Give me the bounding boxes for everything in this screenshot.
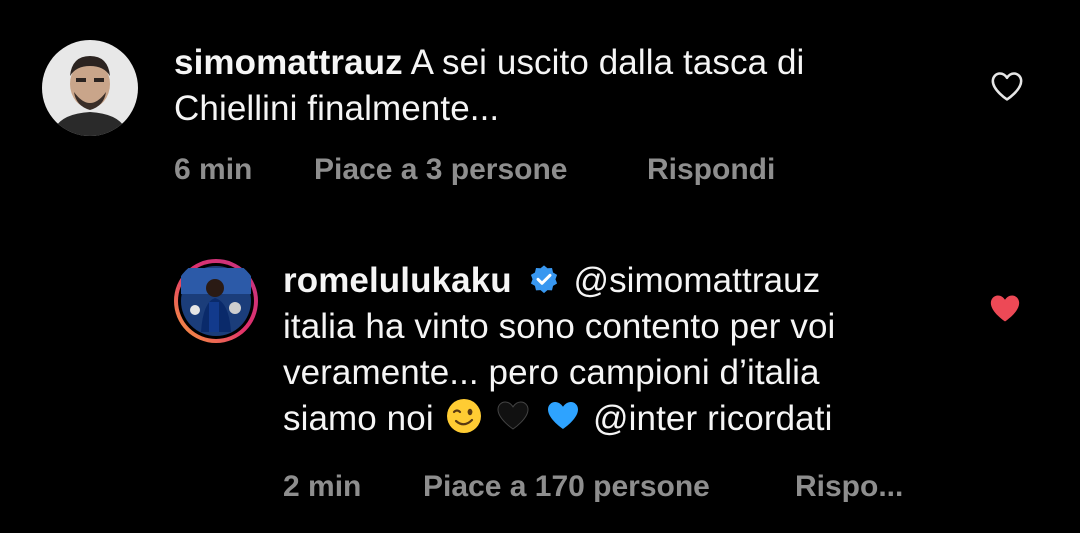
username[interactable]: simomattrauz bbox=[174, 43, 403, 82]
verified-badge-icon bbox=[530, 265, 557, 294]
reply-button[interactable]: Rispo... bbox=[795, 470, 903, 504]
winking-face-emoji-icon bbox=[446, 399, 481, 433]
comment-line-3-start: siamo noi bbox=[283, 399, 434, 438]
blue-heart-emoji-icon bbox=[548, 402, 579, 429]
comment-line-2: Chiellini finalmente... bbox=[174, 89, 500, 128]
comment-line-1: italia ha vinto sono contento per voi bbox=[283, 307, 836, 346]
comment-time: 2 min bbox=[283, 470, 362, 503]
comment-meta: 2 min Piace a 170 persone Rispo... bbox=[283, 470, 903, 504]
avatar[interactable] bbox=[173, 258, 259, 344]
comment-text: simomattrauz A sei uscito dalla tasca di… bbox=[174, 40, 974, 132]
likes-count[interactable]: Piace a 3 persone bbox=[314, 153, 647, 187]
liked-heart-icon[interactable] bbox=[988, 292, 1022, 324]
comment-time: 6 min bbox=[174, 153, 253, 186]
avatar[interactable] bbox=[42, 40, 138, 136]
comment-line-1: A sei uscito dalla tasca di bbox=[410, 43, 805, 82]
likes-count[interactable]: Piace a 170 persone bbox=[423, 470, 795, 504]
username[interactable]: romelulukaku bbox=[283, 261, 512, 300]
comment-simomattrauz: simomattrauz A sei uscito dalla tasca di… bbox=[42, 40, 1042, 136]
mention-link[interactable]: @inter bbox=[593, 399, 697, 438]
like-heart-icon[interactable] bbox=[990, 70, 1024, 102]
comment-text: romelulukaku @simomattrauz italia ha vin… bbox=[283, 258, 983, 442]
black-heart-emoji-icon bbox=[497, 401, 529, 430]
reply-button[interactable]: Rispondi bbox=[647, 153, 775, 187]
comment-line-3-end: ricordati bbox=[707, 399, 833, 438]
comment-line-2: veramente... pero campioni d’italia bbox=[283, 353, 820, 392]
comment-meta: 6 min Piace a 3 persone Rispondi bbox=[174, 153, 775, 187]
mention-link[interactable]: @simomattrauz bbox=[573, 261, 820, 300]
comment-romelulukaku: romelulukaku @simomattrauz italia ha vin… bbox=[173, 258, 1033, 438]
